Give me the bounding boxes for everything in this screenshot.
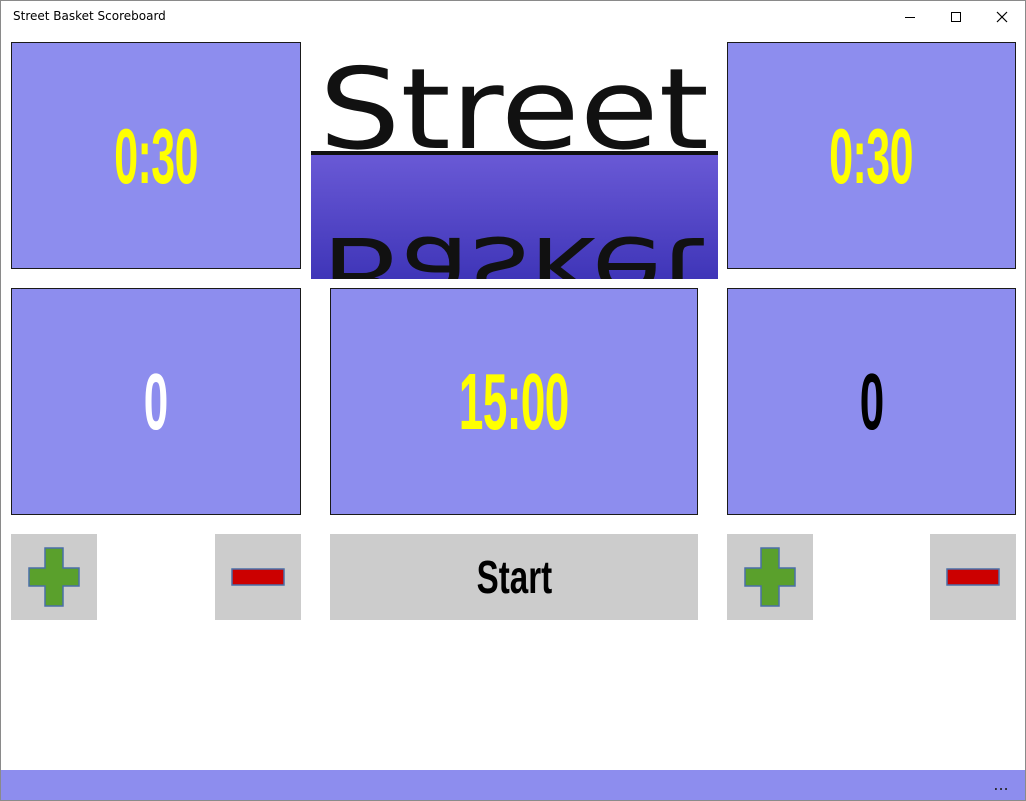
home-minus-button[interactable] — [215, 534, 301, 620]
away-shot-clock: 0:30 — [829, 111, 914, 200]
bottom-app-bar: ... — [1, 770, 1025, 800]
maximize-icon — [951, 11, 961, 22]
home-score: 0 — [144, 356, 168, 446]
home-shot-clock: 0:30 — [114, 111, 198, 200]
window-title: Street Basket Scoreboard — [13, 9, 166, 23]
logo-top-word: Street — [319, 45, 709, 175]
away-score: 0 — [859, 356, 884, 446]
away-minus-button[interactable] — [930, 534, 1016, 620]
minus-icon — [946, 568, 1000, 586]
logo-bottom-word: Basket — [322, 214, 707, 279]
away-shot-clock-panel[interactable]: 0:30 — [727, 42, 1016, 269]
title-bar[interactable]: Street Basket Scoreboard — [1, 1, 1025, 32]
minus-icon — [231, 568, 285, 586]
start-button-label: Start — [476, 551, 552, 603]
close-button[interactable] — [979, 1, 1025, 32]
home-plus-button[interactable] — [11, 534, 97, 620]
minimize-icon — [905, 16, 915, 18]
away-plus-button[interactable] — [727, 534, 813, 620]
home-score-panel[interactable]: 0 — [11, 288, 301, 515]
minimize-button[interactable] — [887, 1, 933, 32]
game-clock: 15:00 — [459, 356, 569, 446]
game-clock-panel[interactable]: 15:00 — [330, 288, 698, 515]
street-basket-logo: Street Basket — [311, 36, 718, 279]
maximize-button[interactable] — [933, 1, 979, 32]
away-score-panel[interactable]: 0 — [727, 288, 1016, 515]
close-icon — [996, 11, 1008, 22]
plus-icon — [28, 547, 80, 607]
more-options-button[interactable]: ... — [985, 774, 1017, 796]
app-window: Street Basket Scoreboard 0:30 Street Bas… — [0, 0, 1026, 801]
plus-icon — [744, 547, 796, 607]
home-shot-clock-panel[interactable]: 0:30 — [11, 42, 301, 269]
start-button[interactable]: Start — [330, 534, 698, 620]
